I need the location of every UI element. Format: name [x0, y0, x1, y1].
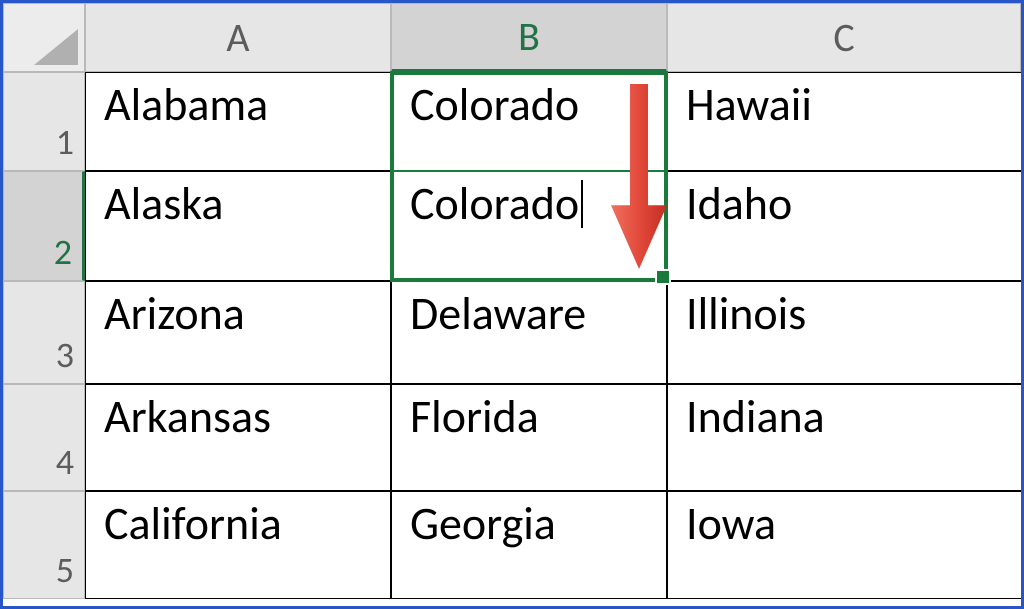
cell-b3[interactable]: Delaware: [391, 281, 667, 384]
row-header-4[interactable]: 4: [3, 384, 85, 491]
cell-c1[interactable]: Hawaii: [667, 72, 1021, 171]
cell-a2[interactable]: Alaska: [85, 171, 391, 281]
spreadsheet-frame: A B C 1 2 3 4 5 Alabama Alaska Arizona A…: [0, 0, 1024, 609]
row-header-1[interactable]: 1: [3, 72, 85, 171]
cell-a5[interactable]: California: [85, 491, 391, 599]
worksheet[interactable]: A B C 1 2 3 4 5 Alabama Alaska Arizona A…: [3, 3, 1021, 606]
column-header-a[interactable]: A: [85, 3, 391, 72]
cell-c5[interactable]: Iowa: [667, 491, 1021, 599]
row-header-3[interactable]: 3: [3, 281, 85, 384]
cell-b4[interactable]: Florida: [391, 384, 667, 491]
cell-c4[interactable]: Indiana: [667, 384, 1021, 491]
row-header-2[interactable]: 2: [3, 171, 85, 281]
cell-c2[interactable]: Idaho: [667, 171, 1021, 281]
select-all-corner[interactable]: [3, 3, 85, 72]
cell-a3[interactable]: Arizona: [85, 281, 391, 384]
cell-a4[interactable]: Arkansas: [85, 384, 391, 491]
cell-b2[interactable]: Colorado: [391, 171, 667, 281]
cell-b1[interactable]: Colorado: [391, 72, 667, 171]
cell-c3[interactable]: Illinois: [667, 281, 1021, 384]
cell-b2-value: Colorado: [410, 180, 579, 228]
cell-b5[interactable]: Georgia: [391, 491, 667, 599]
column-header-b[interactable]: B: [391, 3, 667, 72]
cell-a1[interactable]: Alabama: [85, 72, 391, 171]
row-header-5[interactable]: 5: [3, 491, 85, 599]
column-header-c[interactable]: C: [667, 3, 1021, 72]
text-cursor: [581, 180, 583, 228]
